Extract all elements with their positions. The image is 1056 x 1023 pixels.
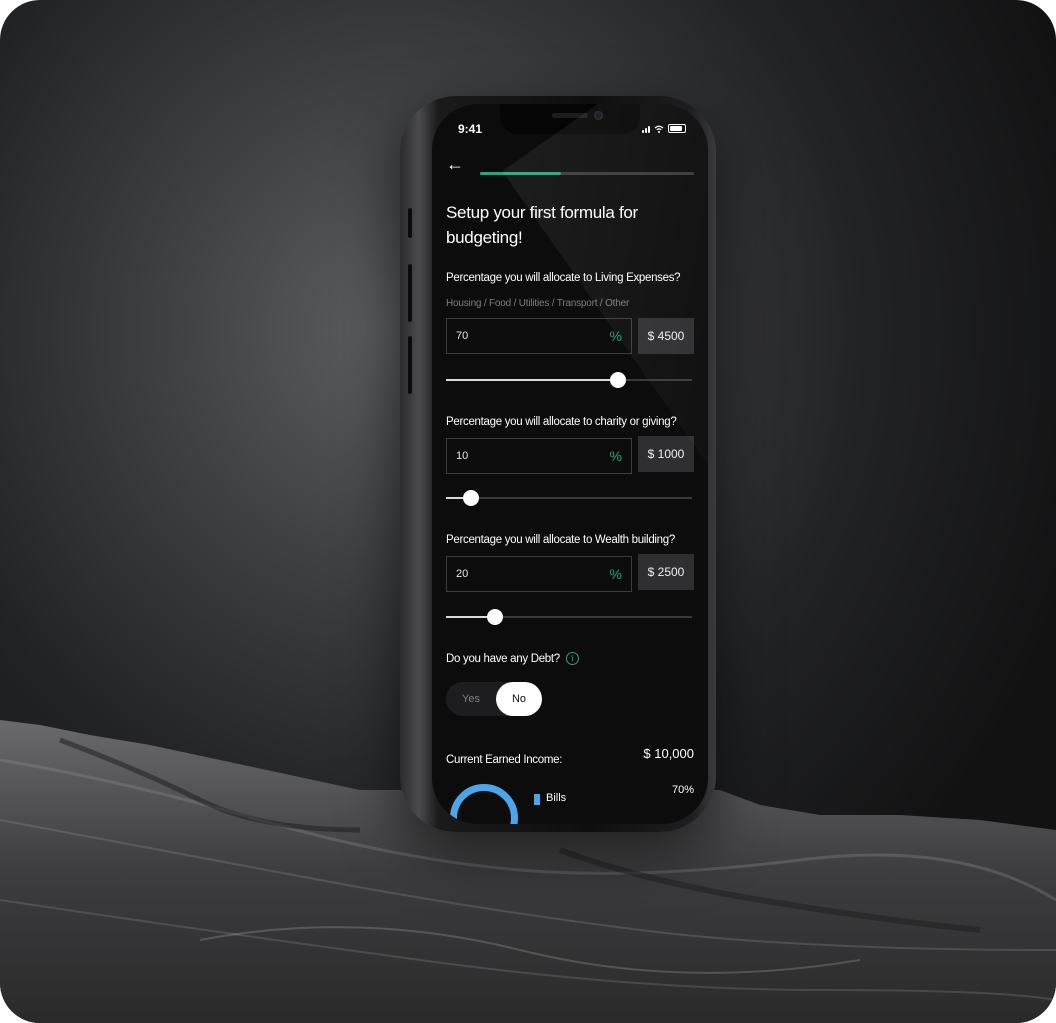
wifi-icon [654, 125, 664, 133]
status-icons [642, 124, 686, 133]
front-camera [594, 111, 603, 120]
income-value: $ 10,000 [643, 746, 694, 761]
progress-fill [480, 172, 562, 175]
wealth-building-percent-input[interactable]: 20 % [446, 556, 632, 592]
charity-slider[interactable] [446, 490, 692, 506]
living-expenses-amount: $ 4500 [638, 318, 694, 354]
charity-percent-input[interactable]: 10 % [446, 438, 632, 474]
debt-question: Do you have any Debt? i [446, 652, 579, 665]
slider-thumb[interactable] [487, 609, 504, 625]
percent-value: 70 [456, 330, 469, 342]
living-expenses-question: Percentage you will allocate to Living E… [446, 272, 681, 284]
wealth-building-question: Percentage you will allocate to Wealth b… [446, 534, 675, 546]
income-label: Current Earned Income: [446, 754, 563, 766]
phone-device: 9:41 ← Setup your first formula for budg… [400, 96, 716, 832]
phone-volume-down-button [408, 336, 412, 394]
debt-question-label: Do you have any Debt? [446, 652, 560, 665]
info-circle-icon[interactable]: i [565, 652, 579, 665]
budget-donut-chart [450, 784, 518, 824]
screen-glare [502, 104, 708, 467]
scene-background: 9:41 ← Setup your first formula for budg… [0, 0, 1056, 1023]
bills-legend-label: Bills [546, 792, 567, 804]
percent-icon: % [609, 448, 622, 464]
debt-yes-option[interactable]: Yes [446, 682, 496, 716]
phone-volume-up-button [408, 264, 412, 322]
bills-legend-percent: 70% [671, 784, 694, 796]
living-expenses-hint: Housing / Food / Utilities / Transport /… [446, 298, 630, 309]
debt-toggle[interactable]: Yes No [446, 682, 542, 716]
slider-thumb[interactable] [462, 490, 479, 506]
wealth-building-slider[interactable] [446, 609, 692, 625]
page-title: Setup your first formula for budgeting! [446, 203, 638, 247]
status-time: 9:41 [458, 122, 483, 136]
slider-fill [446, 379, 619, 381]
slider-thumb[interactable] [610, 372, 627, 388]
living-expenses-slider[interactable] [446, 372, 692, 388]
wealth-building-amount: $ 2500 [638, 554, 694, 590]
living-expenses-percent-input[interactable]: 70 % [446, 318, 632, 354]
notch [500, 104, 640, 134]
charity-question: Percentage you will allocate to charity … [446, 416, 677, 428]
percent-value: 20 [456, 568, 469, 580]
phone-screen: 9:41 ← Setup your first formula for budg… [432, 104, 708, 824]
speaker [552, 113, 588, 118]
back-arrow-icon[interactable]: ← [446, 154, 464, 175]
percent-value: 10 [456, 450, 469, 462]
debt-no-option[interactable]: No [496, 682, 542, 716]
signal-icon [642, 126, 650, 133]
onboarding-progress-bar [480, 172, 694, 175]
phone-side-button [408, 208, 412, 238]
bills-legend-swatch [534, 794, 540, 805]
charity-amount: $ 1000 [638, 436, 694, 472]
percent-icon: % [609, 566, 622, 582]
battery-icon [668, 124, 686, 133]
percent-icon: % [609, 328, 622, 344]
